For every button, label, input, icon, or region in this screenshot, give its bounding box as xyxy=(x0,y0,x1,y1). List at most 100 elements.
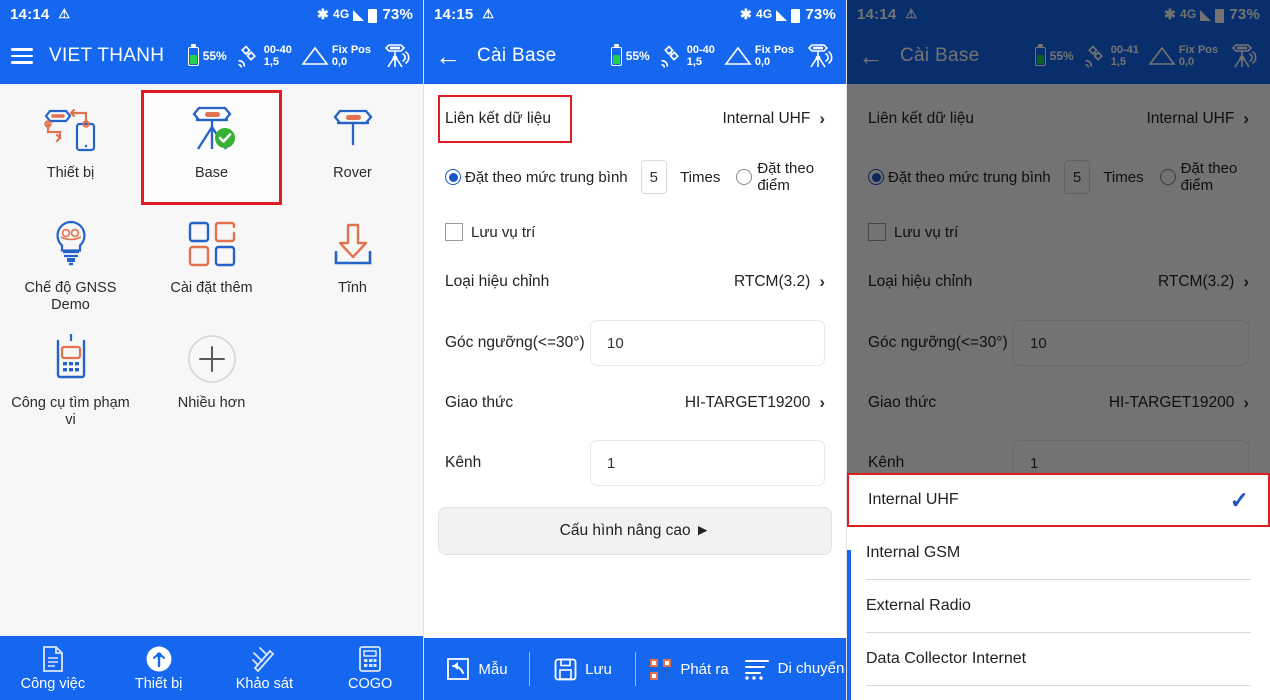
toolbar-label: Phát ra xyxy=(680,660,729,678)
row-base-mode: Đặt theo mức trung bình 5 Times Đặt theo… xyxy=(424,148,846,206)
tile-cong-cu-tim-pham-vi[interactable]: Công cụ tìm phạm vi xyxy=(0,320,141,435)
option-internal-gsm[interactable]: Internal GSM xyxy=(847,527,1270,579)
nav-thiet-bi[interactable]: Thiết bị xyxy=(106,645,212,692)
tile-row: Thiết bị Base Rover xyxy=(0,90,423,205)
list-move-icon xyxy=(744,659,769,680)
channel-label: Kênh xyxy=(445,454,482,471)
nav-cogo[interactable]: COGO xyxy=(317,645,423,692)
base-station-icon xyxy=(182,100,242,158)
tile-base[interactable]: Base xyxy=(141,90,282,205)
advanced-config-button[interactable]: Cấu hình nâng cao ► xyxy=(438,507,832,555)
document-icon xyxy=(42,645,63,672)
nav-khao-sat[interactable]: Khảo sát xyxy=(212,645,318,692)
warning-triangle-icon: ⚠ xyxy=(58,6,71,21)
chevron-right-icon: › xyxy=(819,272,825,291)
lightbulb-icon xyxy=(47,215,95,273)
correction-label: Loại hiệu chỉnh xyxy=(445,273,550,290)
toolbar-luu[interactable]: Lưu xyxy=(530,657,635,682)
template-back-arrow-icon xyxy=(447,658,470,680)
signal-strength-icon xyxy=(353,9,365,21)
protocol-label: Giao thức xyxy=(445,394,514,411)
elevation-mask-label: Góc ngưỡng(<=30°) xyxy=(445,334,585,351)
times-input[interactable]: 5 xyxy=(640,160,668,194)
tile-label: Chế độ GNSS Demo xyxy=(24,280,117,313)
row-protocol[interactable]: Giao thức HI-TARGET19200 › xyxy=(424,378,846,428)
radio-average-mode[interactable] xyxy=(445,169,461,185)
tile-tinh[interactable]: Tĩnh xyxy=(282,205,423,320)
battery-percent: 73% xyxy=(805,5,836,23)
option-external-radio[interactable]: External Radio xyxy=(847,580,1270,632)
signal-beacon-icon xyxy=(146,646,172,671)
row-elevation-mask: Góc ngưỡng(<=30°) 10 xyxy=(424,316,846,370)
tile-label: Tĩnh xyxy=(337,280,367,296)
nav-cong-viec[interactable]: Công việc xyxy=(0,645,106,692)
option-label: Internal GSM xyxy=(866,544,961,561)
row-data-link[interactable]: Liên kết dữ liệu Internal UHF › xyxy=(424,90,846,148)
radio-average-label: Đặt theo mức trung bình xyxy=(465,168,628,186)
nav-label: Thiết bị xyxy=(134,675,183,692)
fix-position-indicator[interactable]: Fix Pos 0,0 xyxy=(724,44,794,68)
tile-gnss-demo[interactable]: Chế độ GNSS Demo xyxy=(0,205,141,320)
triangle-icon xyxy=(301,46,329,65)
check-icon: ✓ xyxy=(1229,486,1249,513)
rover-icon xyxy=(323,100,383,158)
hamburger-menu-icon[interactable] xyxy=(11,48,33,64)
fix-status: Fix Pos xyxy=(754,44,794,56)
toolbar-phat-ra[interactable]: Phát ra xyxy=(636,657,741,682)
battery-icon xyxy=(368,9,378,23)
tile-label: Cài đặt thêm xyxy=(170,280,253,296)
datalink-option-sheet: Internal UHF ✓ Internal GSM External Rad… xyxy=(847,473,1270,700)
tile-label: Base xyxy=(194,165,229,181)
tile-thiet-bi[interactable]: Thiết bị xyxy=(0,90,141,205)
network-type-label: 4G xyxy=(755,7,773,21)
correction-value: RTCM(3.2) xyxy=(733,273,811,290)
status-bar-panel2: 14:15 ⚠ ✱ 4G 73% xyxy=(424,0,846,28)
fix-value: 0,0 xyxy=(754,56,771,68)
tile-cai-dat-them[interactable]: Cài đặt thêm xyxy=(141,205,282,320)
data-link-value: Internal UHF xyxy=(722,110,811,127)
device-battery-icon xyxy=(187,43,199,66)
tile-label: Công cụ tìm phạm vi xyxy=(11,395,130,428)
app-title: VIET THANH xyxy=(49,45,165,66)
toolbar-di-chuyen[interactable]: Di chuyển xyxy=(741,657,846,682)
satellite-indicator[interactable]: 00-40 1,5 xyxy=(236,44,292,69)
tile-nhieu-hon[interactable]: Nhiều hơn xyxy=(141,320,282,435)
radio-point-mode[interactable] xyxy=(736,169,753,185)
panel-base-settings: 14:15 ⚠ ✱ 4G 73% ← Cài Base 55% 00-40 1,… xyxy=(423,0,846,700)
device-battery-percent: 55% xyxy=(202,49,227,63)
network-type-label: 4G xyxy=(332,7,350,21)
satellite-count: 00-40 xyxy=(686,44,715,56)
channel-input[interactable]: 1 xyxy=(590,440,825,486)
elevation-mask-input[interactable]: 10 xyxy=(590,320,825,366)
warning-triangle-icon: ⚠ xyxy=(482,6,495,21)
three-screenshot-strip: 14:14 ⚠ ✱ 4G 73% VIET THANH 55% 00-40 1,… xyxy=(0,0,1270,700)
device-battery-indicator: 55% xyxy=(187,43,227,66)
radio-point-label: Đặt theo điểm xyxy=(757,160,815,194)
satellite-accuracy: 1,5 xyxy=(263,56,280,68)
panel-device-home: 14:14 ⚠ ✱ 4G 73% VIET THANH 55% 00-40 1,… xyxy=(0,0,423,700)
option-data-collector-internet[interactable]: Data Collector Internet xyxy=(847,633,1270,685)
status-time: 14:14 xyxy=(10,5,50,23)
base-antenna-icon[interactable] xyxy=(803,42,835,70)
toolbar-label: Di chuyển xyxy=(777,660,845,677)
status-bar-panel1: 14:14 ⚠ ✱ 4G 73% xyxy=(0,0,423,28)
tile-row: Chế độ GNSS Demo Cài đặt thêm Tĩnh xyxy=(0,205,423,320)
satellite-icon xyxy=(661,44,679,68)
tile-label: Rover xyxy=(333,165,372,181)
panel-edge-accent xyxy=(847,550,851,700)
toolbar-mau[interactable]: Mẫu xyxy=(424,656,529,682)
bluetooth-icon: ✱ xyxy=(317,5,329,22)
row-correction-type[interactable]: Loại hiệu chỉnh RTCM(3.2) › xyxy=(424,258,846,306)
option-label: Data Collector Internet xyxy=(866,650,1027,667)
option-internal-uhf[interactable]: Internal UHF ✓ xyxy=(847,473,1270,527)
satellite-indicator[interactable]: 00-40 1,5 xyxy=(659,44,715,69)
row-channel: Kênh 1 xyxy=(424,436,846,490)
highlight-box-data-link xyxy=(438,95,572,143)
back-arrow-icon[interactable]: ← xyxy=(435,43,461,69)
save-position-checkbox[interactable] xyxy=(445,223,463,241)
tile-rover[interactable]: Rover xyxy=(282,90,423,205)
fix-position-indicator[interactable]: Fix Pos 0,0 xyxy=(301,44,371,68)
bluetooth-icon: ✱ xyxy=(740,5,752,22)
fix-status: Fix Pos xyxy=(331,44,371,56)
base-antenna-icon[interactable] xyxy=(380,42,412,70)
